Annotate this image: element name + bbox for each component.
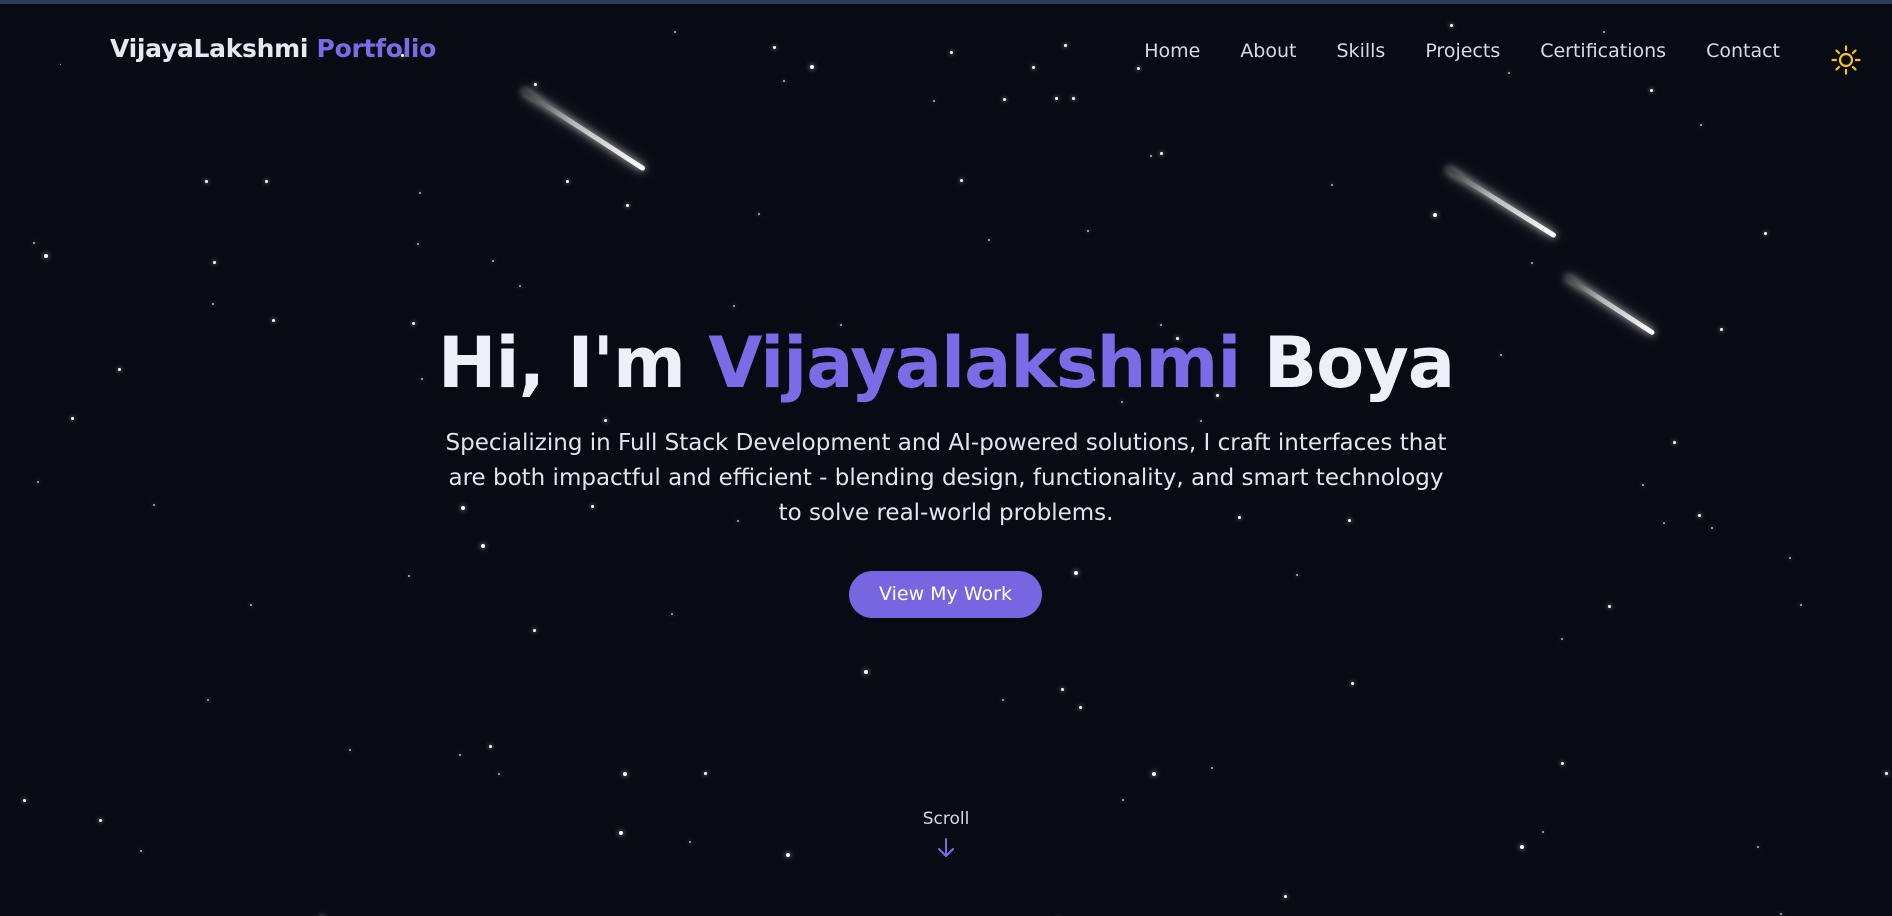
- star: [1284, 895, 1287, 898]
- star: [33, 242, 35, 244]
- star: [408, 575, 410, 577]
- hero-subtitle: Specializing in Full Stack Development a…: [445, 430, 1447, 526]
- star: [250, 604, 252, 606]
- star: [1351, 682, 1354, 685]
- star: [71, 417, 74, 420]
- star: [689, 841, 691, 843]
- star: [37, 481, 39, 483]
- star: [704, 772, 707, 775]
- star: [1200, 420, 1202, 422]
- star: [265, 180, 268, 183]
- portfolio-page: VijayaLakshmi Portfolio Home About Skill…: [0, 0, 1892, 916]
- nav-link-projects[interactable]: Projects: [1425, 40, 1500, 62]
- star: [1433, 213, 1437, 217]
- star: [349, 749, 351, 751]
- star: [1663, 522, 1665, 524]
- shooting-star: [1445, 166, 1557, 239]
- star: [498, 773, 500, 775]
- star: [459, 754, 461, 756]
- star: [1150, 155, 1152, 157]
- star: [153, 504, 155, 506]
- star: [417, 243, 419, 245]
- arrow-down-icon: [938, 838, 954, 857]
- star: [1711, 527, 1713, 529]
- star: [1700, 124, 1702, 126]
- star: [481, 544, 485, 548]
- star: [1642, 484, 1644, 486]
- star: [1885, 772, 1888, 775]
- star: [1074, 571, 1078, 575]
- star: [988, 239, 990, 241]
- sun-icon: [1831, 45, 1861, 75]
- star: [960, 179, 963, 182]
- nav-link-contact[interactable]: Contact: [1706, 40, 1780, 62]
- star: [1122, 799, 1124, 801]
- star: [492, 260, 494, 262]
- star: [1780, 913, 1782, 915]
- star: [1160, 152, 1163, 155]
- star: [99, 819, 102, 822]
- scroll-label: Scroll: [922, 809, 970, 829]
- star: [1087, 230, 1089, 232]
- star: [1561, 762, 1564, 765]
- star: [1296, 574, 1298, 576]
- star: [213, 261, 216, 264]
- star: [733, 305, 735, 307]
- star: [1002, 699, 1004, 701]
- star: [1520, 845, 1524, 849]
- star: [44, 254, 48, 258]
- shooting-star: [521, 88, 646, 172]
- nav-link-home[interactable]: Home: [1144, 40, 1200, 62]
- star: [1757, 846, 1759, 848]
- star: [519, 285, 521, 287]
- star: [23, 799, 26, 802]
- nav-link-certifications[interactable]: Certifications: [1540, 40, 1666, 62]
- star: [533, 629, 536, 632]
- theme-toggle-button[interactable]: [1831, 45, 1861, 75]
- star: [623, 772, 627, 776]
- view-my-work-button[interactable]: View My Work: [849, 571, 1042, 618]
- star: [1789, 557, 1791, 559]
- star: [1800, 604, 1802, 606]
- nav-link-about[interactable]: About: [1240, 40, 1296, 62]
- star: [212, 303, 214, 305]
- star: [933, 100, 935, 102]
- site-logo[interactable]: VijayaLakshmi Portfolio: [110, 34, 436, 63]
- star: [1211, 767, 1213, 769]
- star: [205, 180, 208, 183]
- star: [786, 853, 790, 857]
- hero-greeting: Hi, I'm: [437, 322, 686, 404]
- star: [419, 192, 421, 194]
- star: [619, 831, 623, 835]
- star: [626, 204, 629, 207]
- navbar: VijayaLakshmi Portfolio Home About Skill…: [0, 4, 1892, 100]
- star: [671, 613, 673, 615]
- star: [1698, 514, 1701, 517]
- star: [758, 213, 760, 215]
- logo-name: VijayaLakshmi: [110, 34, 309, 63]
- star: [1673, 441, 1676, 444]
- star: [140, 850, 142, 852]
- star: [489, 745, 492, 748]
- star: [1561, 638, 1563, 640]
- hero-title: Hi, I'm Vijayalakshmi Boya: [0, 322, 1892, 404]
- star: [864, 670, 868, 674]
- star: [604, 419, 607, 422]
- logo-accent: Portfolio: [316, 34, 437, 63]
- hero-last-name: Boya: [1263, 322, 1455, 404]
- star: [1542, 831, 1544, 833]
- scroll-indicator[interactable]: Scroll: [896, 809, 996, 859]
- star: [207, 699, 209, 701]
- nav-link-skills[interactable]: Skills: [1337, 40, 1386, 62]
- star: [1079, 706, 1082, 709]
- nav-links: Home About Skills Projects Certification…: [1144, 40, 1780, 62]
- star: [1152, 772, 1156, 776]
- hero-first-name: Vijayalakshmi: [708, 322, 1241, 404]
- star: [1331, 184, 1333, 186]
- star: [1608, 605, 1611, 608]
- star: [566, 180, 569, 183]
- star: [1531, 262, 1533, 264]
- star: [1061, 688, 1064, 691]
- star: [1764, 232, 1767, 235]
